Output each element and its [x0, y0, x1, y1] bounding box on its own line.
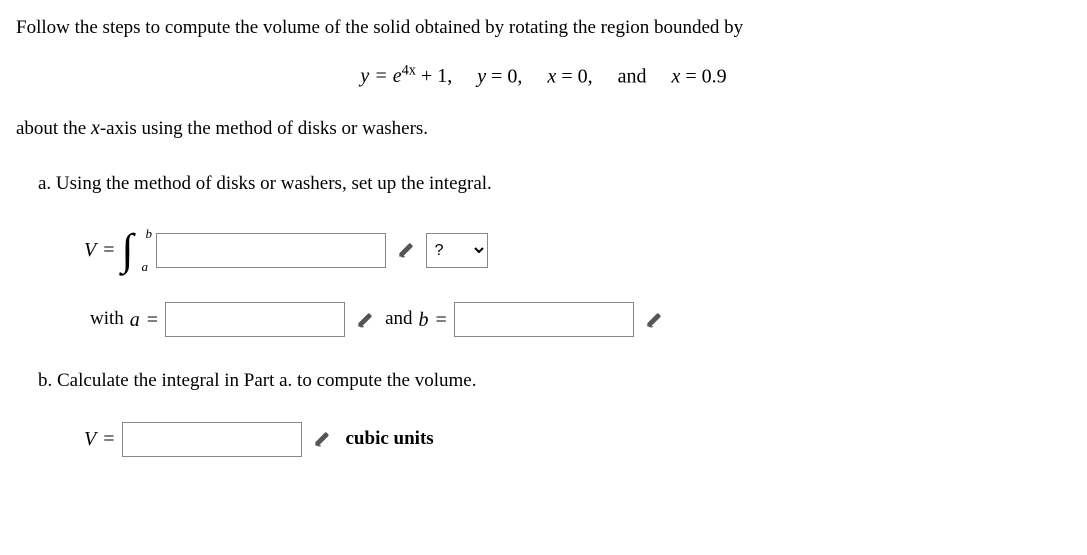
equals-sign-b: = [429, 305, 454, 335]
eq-and: and [618, 65, 647, 87]
edit-pencil-icon[interactable] [640, 306, 668, 334]
edit-pencil-icon[interactable] [351, 306, 379, 334]
integral-lower-limit: a [142, 257, 149, 277]
with-text: with [84, 305, 130, 334]
and-b-text: and [379, 305, 418, 334]
volume-V: V [84, 235, 96, 265]
edit-pencil-icon[interactable] [308, 425, 336, 453]
equals-sign-v: = [96, 424, 121, 454]
bounding-equations: y = e4x + 1, y = 0, x = 0, and x = 0.9 [16, 61, 1071, 92]
integrand-input[interactable] [156, 233, 386, 268]
integral-symbol: ∫ b a [122, 228, 134, 272]
volume-answer-row: V = cubic units [84, 422, 1071, 457]
eq-y: y = e4x + 1, [360, 65, 452, 87]
equals-sign-a: = [140, 305, 165, 335]
about-axis-text: about the x-axis using the method of dis… [16, 113, 1071, 144]
limits-row: with a = and b = [84, 302, 1071, 337]
volume-V-b: V [84, 424, 96, 454]
eq-x0: x = 0, [547, 65, 592, 87]
volume-value-input[interactable] [122, 422, 302, 457]
part-b-label: b. Calculate the integral in Part a. to … [38, 367, 1071, 396]
b-value-input[interactable] [454, 302, 634, 337]
eq-x09: x = 0.9 [671, 65, 726, 87]
integral-upper-limit: b [146, 224, 153, 244]
intro-text: Follow the steps to compute the volume o… [16, 14, 1071, 43]
equals-sign: = [96, 235, 121, 265]
part-a-label: a. Using the method of disks or washers,… [38, 170, 1071, 199]
eq-y0: y = 0, [477, 65, 522, 87]
integral-setup-row: V = ∫ b a ? [84, 228, 1071, 272]
edit-pencil-icon[interactable] [392, 236, 420, 264]
differential-select[interactable]: ? [426, 233, 488, 268]
a-variable: a [130, 305, 140, 335]
a-value-input[interactable] [165, 302, 345, 337]
cubic-units-label: cubic units [346, 425, 434, 454]
b-variable: b [419, 305, 429, 335]
